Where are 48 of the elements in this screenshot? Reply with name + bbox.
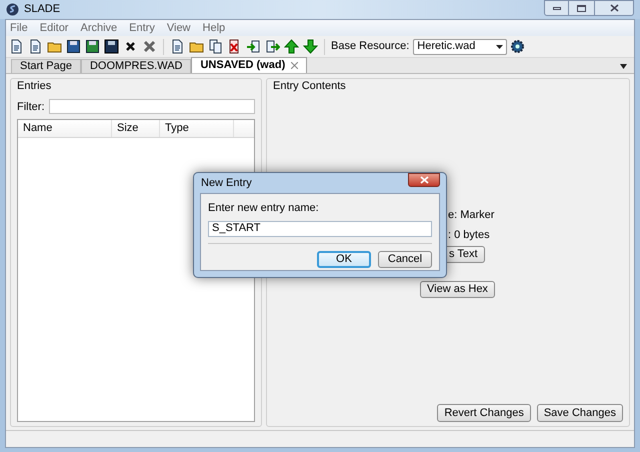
view-hex-button[interactable]: View as Hex bbox=[420, 281, 495, 298]
export-icon[interactable] bbox=[265, 39, 280, 54]
dialog-button[interactable]: OK bbox=[317, 250, 371, 268]
menu-item[interactable]: File bbox=[10, 20, 28, 36]
column-header[interactable]: Size bbox=[112, 120, 160, 137]
arrow-down-icon[interactable] bbox=[303, 39, 318, 54]
pages-icon[interactable] bbox=[208, 39, 223, 54]
menu-item[interactable]: Help bbox=[202, 20, 226, 36]
gear-icon[interactable] bbox=[511, 40, 524, 53]
page-icon[interactable] bbox=[28, 39, 43, 54]
menu-item[interactable]: View bbox=[166, 20, 191, 36]
close-button[interactable] bbox=[594, 0, 634, 16]
filter-field[interactable] bbox=[48, 99, 255, 114]
entry-name-field[interactable]: S_START bbox=[208, 220, 432, 236]
dropdown-arrow-icon bbox=[496, 44, 504, 48]
close-icon[interactable] bbox=[291, 62, 298, 69]
tab[interactable]: DOOMPRES.WAD bbox=[80, 59, 192, 73]
info-text: : 0 bytes bbox=[448, 228, 491, 242]
footer-button[interactable]: Revert Changes bbox=[437, 404, 531, 422]
dialog-close-button[interactable] bbox=[408, 173, 440, 187]
menu-item[interactable]: Editor bbox=[40, 20, 68, 36]
page-icon[interactable] bbox=[170, 39, 185, 54]
arrow-up-icon[interactable] bbox=[284, 39, 299, 54]
app-logo-icon bbox=[6, 3, 19, 16]
dialog-title: New Entry bbox=[200, 176, 252, 191]
page-icon[interactable] bbox=[9, 39, 24, 54]
filter-label: Filter: bbox=[17, 100, 44, 114]
menu-item[interactable]: Archive bbox=[80, 20, 118, 36]
info-text: e: Marker bbox=[448, 208, 494, 223]
close-icon bbox=[420, 176, 428, 184]
panel-title: Entries bbox=[17, 79, 52, 94]
tab-menu-arrow-icon[interactable] bbox=[620, 64, 627, 69]
import-icon[interactable] bbox=[246, 39, 261, 54]
column-header[interactable]: Name bbox=[18, 120, 112, 137]
tab[interactable]: Start Page bbox=[11, 59, 81, 73]
view-text-button[interactable]: s Text bbox=[447, 246, 485, 263]
base-resource-label: Base Resource: bbox=[331, 39, 410, 54]
window-title: SLADE bbox=[24, 2, 60, 18]
menu-item[interactable]: Entry bbox=[129, 20, 155, 36]
minimize-button[interactable] bbox=[544, 0, 569, 16]
close-icon bbox=[610, 4, 618, 12]
footer-button[interactable]: Save Changes bbox=[536, 404, 623, 422]
dialog-button[interactable]: Cancel bbox=[378, 250, 432, 268]
tab[interactable]: UNSAVED (wad) bbox=[191, 57, 308, 73]
maximize-button[interactable] bbox=[569, 0, 594, 16]
panel-title: Entry Contents bbox=[273, 79, 347, 94]
column-header[interactable]: Type bbox=[160, 120, 234, 137]
base-resource-dropdown[interactable]: Heretic.wad bbox=[413, 38, 508, 54]
